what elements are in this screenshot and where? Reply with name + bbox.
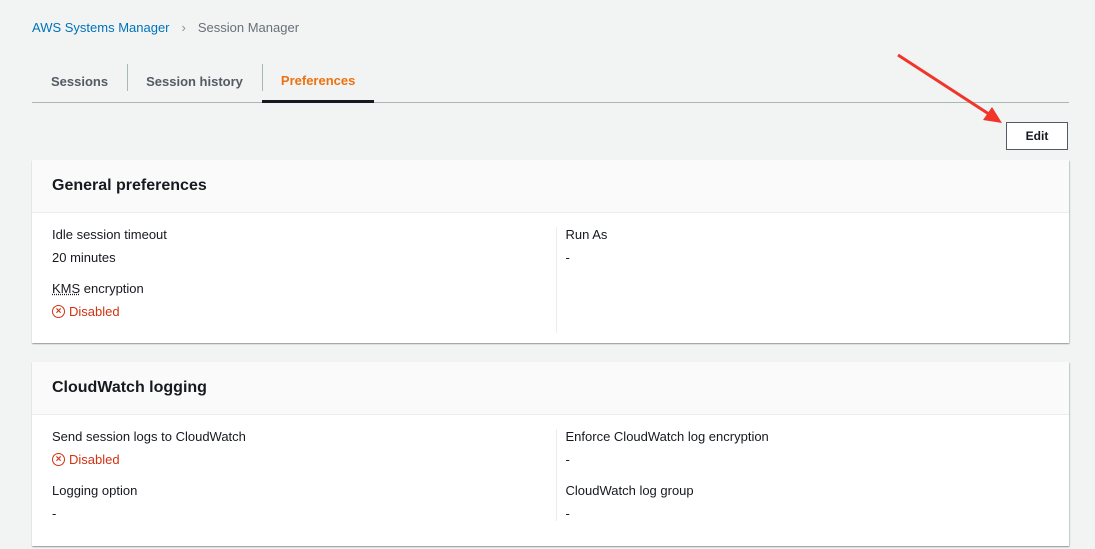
breadcrumb-current: Session Manager <box>197 20 300 35</box>
panel-title: CloudWatch logging <box>32 362 1069 415</box>
panel-title: General preferences <box>32 160 1069 213</box>
idle-timeout-value: 20 minutes <box>52 250 116 265</box>
logging-option-label: Logging option <box>52 483 138 498</box>
send-logs-value: Disabled <box>69 452 120 467</box>
run-as-label: Run As <box>565 227 608 242</box>
red-arrow-annotation <box>897 53 1002 123</box>
send-logs-label: Send session logs to CloudWatch <box>52 429 246 444</box>
tab-preferences[interactable]: Preferences <box>261 60 375 103</box>
breadcrumb-root-link[interactable]: AWS Systems Manager <box>32 20 170 35</box>
kms-value: Disabled <box>69 304 120 319</box>
kms-label: encryption <box>80 281 144 296</box>
enforce-encryption-label: Enforce CloudWatch log encryption <box>565 429 769 444</box>
tab-sessions[interactable]: Sessions <box>32 60 127 102</box>
general-preferences-panel: General preferences Idle session timeout… <box>32 160 1069 343</box>
run-as-value: - <box>565 250 570 265</box>
idle-timeout-label: Idle session timeout <box>52 227 167 242</box>
tab-session-history[interactable]: Session history <box>127 60 262 102</box>
log-group-label: CloudWatch log group <box>565 483 694 498</box>
cloudwatch-logging-panel: CloudWatch logging Send session logs to … <box>32 362 1069 546</box>
kms-abbr: KMS <box>52 281 81 296</box>
breadcrumb: AWS Systems Manager › Session Manager <box>32 20 299 35</box>
error-x-icon: × <box>52 453 65 466</box>
enforce-encryption-value: - <box>565 452 570 467</box>
chevron-right-icon: › <box>181 20 186 35</box>
error-x-icon: × <box>52 305 65 318</box>
log-group-value: - <box>565 506 570 521</box>
edit-button[interactable]: Edit <box>1006 122 1068 150</box>
logging-option-value: - <box>52 506 57 521</box>
